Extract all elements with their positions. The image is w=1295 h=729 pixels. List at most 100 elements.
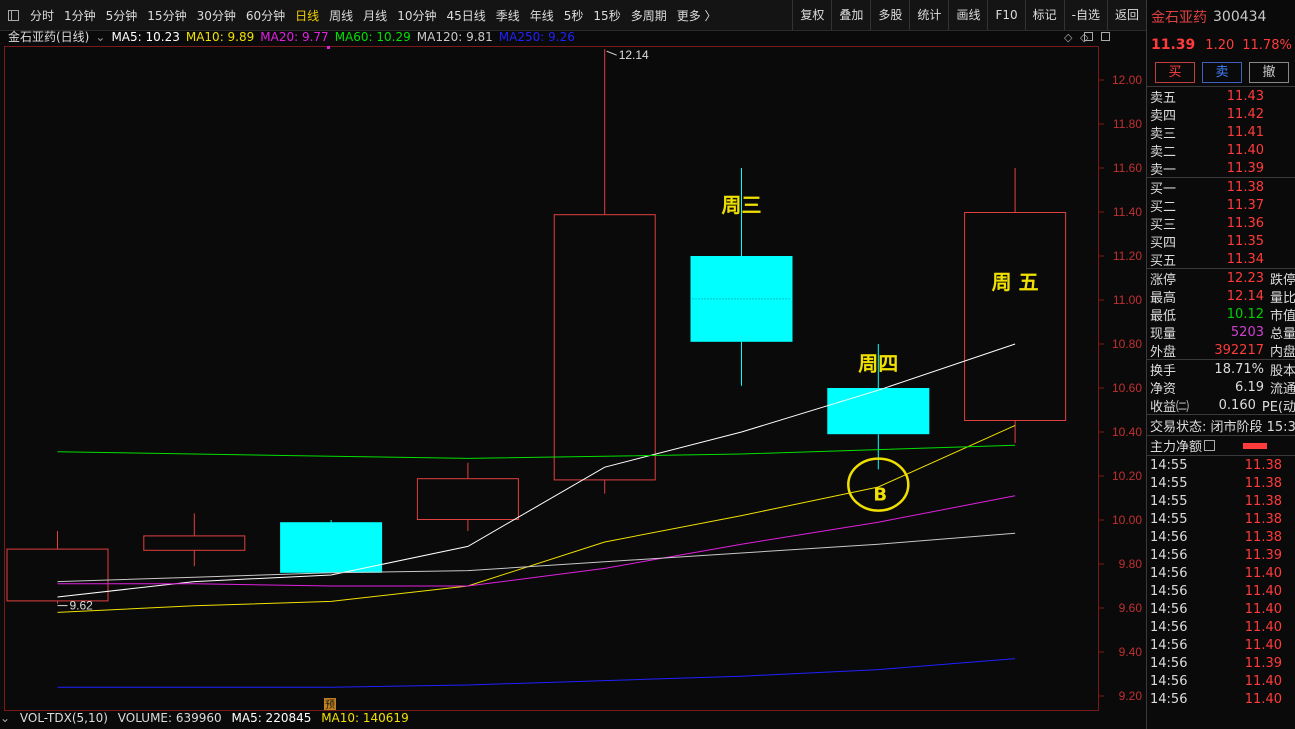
tick-row: 14:56 11.40 [1147,618,1295,636]
y-tick-label: 12.00 [1112,73,1142,87]
volume-indicator-label[interactable]: VOL-TDX(5,10) [20,711,108,725]
tick-time: 14:56 [1150,691,1188,707]
tick-price: 11.38 [1244,475,1282,491]
book-level-label: 卖二 [1150,144,1177,160]
cancel-order-button[interactable]: 撤 [1249,62,1289,83]
tick-row: 14:56 11.38 [1147,528,1295,546]
main-plot-frame [4,46,1099,711]
forecast-marker-label: 预 [325,699,335,711]
candle[interactable] [143,513,246,567]
candle-body [280,522,383,573]
book-row: 买五 11.34 [1147,250,1295,269]
tick-row: 14:55 11.38 [1147,474,1295,492]
price-change: 1.20 [1205,37,1235,53]
tick-time: 14:56 [1150,583,1188,599]
buy-button[interactable]: 买 [1155,62,1195,83]
candle[interactable] [553,49,656,494]
tick-price: 11.39 [1244,655,1282,671]
tick-row: 14:56 11.40 [1147,600,1295,618]
tick-price: 11.40 [1244,673,1282,689]
book-level-price: 11.36 [1226,215,1264,231]
book-level-price: 11.38 [1226,179,1264,195]
volume-value: VOLUME: 639960 [117,711,222,725]
tick-row: 14:56 11.40 [1147,690,1295,708]
y-tick-label: 9.20 [1119,689,1143,703]
stat-row: 最低 10.12 市值 [1147,305,1295,324]
stat-value: 12.23 [1226,270,1264,286]
book-level-price: 11.43 [1226,88,1264,104]
y-tick-label: 10.40 [1112,425,1142,439]
book-row: 买二 11.37 [1147,196,1295,215]
y-tick-label: 10.60 [1112,381,1142,395]
book-level-price: 11.34 [1226,251,1264,267]
stat-label-2: 总量 [1270,326,1295,342]
stat-row: 净资 6.19 流通 [1147,378,1295,397]
book-level-price: 11.35 [1226,233,1264,249]
candle-body [143,535,246,551]
tick-time: 14:56 [1150,565,1188,581]
stat-label: 净资 [1150,381,1177,397]
stat-label-2: 量比 [1270,290,1295,306]
ask-book: 卖五 11.43 卖四 11.42 卖三 11.41 卖二 11.40 卖一 11.39 [1147,86,1295,178]
tick-time: 14:56 [1150,601,1188,617]
y-tick-label: 11.20 [1113,249,1142,263]
bid-book: 买一 11.38 买二 11.37 买三 11.36 买四 11.35 买五 11.34 [1147,177,1295,269]
book-row: 卖五 11.43 [1147,87,1295,106]
high-price-label: 12.14 [619,48,649,62]
tick-time: 14:56 [1150,529,1188,545]
stock-header: 金石亚药 300434 [1147,0,1295,34]
y-tick-label: 11.80 [1113,117,1142,131]
candle-body [964,212,1067,421]
book-row: 卖四 11.42 [1147,105,1295,124]
trade-buttons: 买 卖 撤 [1147,56,1295,86]
stat-value: 12.14 [1226,288,1264,304]
tick-row: 14:56 11.40 [1147,672,1295,690]
candle[interactable] [280,520,383,573]
trading-status: 交易状态: 闭市阶段 15:3 [1147,414,1295,435]
sell-button[interactable]: 卖 [1202,62,1242,83]
y-tick-label: 10.80 [1112,337,1142,351]
volume-indicator-bar: ⌄ VOL-TDX(5,10) VOLUME: 639960 MA5: 2208… [0,711,1146,729]
stat-row: 收益㈡ 0.160 PE(动 [1147,396,1295,415]
ma-line-ma250 [57,658,1016,688]
tick-price: 11.38 [1244,529,1282,545]
book-level-price: 11.39 [1226,160,1264,176]
tick-row: 14:56 11.39 [1147,546,1295,564]
stat-label-2: PE(动 [1261,399,1295,415]
book-level-label: 卖四 [1150,108,1177,124]
stat-value: 392217 [1214,342,1264,358]
candle[interactable] [416,462,519,531]
tick-time: 14:56 [1150,655,1188,671]
tick-price: 11.40 [1244,619,1282,635]
tick-row: 14:55 11.38 [1147,456,1295,474]
tick-price: 11.38 [1244,511,1282,527]
tick-time: 14:55 [1150,493,1188,509]
volume-indicator-chevron-icon[interactable]: ⌄ [0,711,10,725]
tick-time: 14:56 [1150,619,1188,635]
tick-time: 14:56 [1150,637,1188,653]
tick-row: 14:56 11.40 [1147,582,1295,600]
ma-line-ma60 [57,444,1016,459]
tick-row: 14:56 11.40 [1147,636,1295,654]
diamond-icon[interactable]: ◇ [1064,31,1073,44]
tick-price: 11.40 [1244,601,1282,617]
tick-row: 14:55 11.38 [1147,492,1295,510]
stat-value: 6.19 [1235,379,1264,395]
tick-time: 14:55 [1150,475,1188,491]
axis-toggle-icon[interactable] [1101,32,1110,41]
stock-name: 金石亚药 [1151,10,1207,26]
candlestick-chart[interactable]: ◇ ◇12.0011.8011.6011.4011.2011.0010.8010.… [0,0,1146,729]
tick-price: 11.38 [1244,457,1282,473]
quote-panel: 金石亚药 300434 11.39 1.20 11.78% 买 卖 撤 卖五 11… [1146,0,1295,729]
volume-ma10: MA10: 140619 [321,711,409,725]
candle-body [827,388,930,435]
candle[interactable] [964,168,1067,443]
stat-label-2: 流通 [1270,381,1295,397]
stat-label-2: 股本 [1270,363,1295,379]
list-icon[interactable] [1204,440,1216,451]
book-level-label: 卖五 [1150,90,1177,106]
tick-time: 14:56 [1150,673,1188,689]
weekday-annotation: 周 五 [992,270,1039,294]
tick-time: 14:55 [1150,511,1188,527]
book-level-price: 11.41 [1226,124,1264,140]
